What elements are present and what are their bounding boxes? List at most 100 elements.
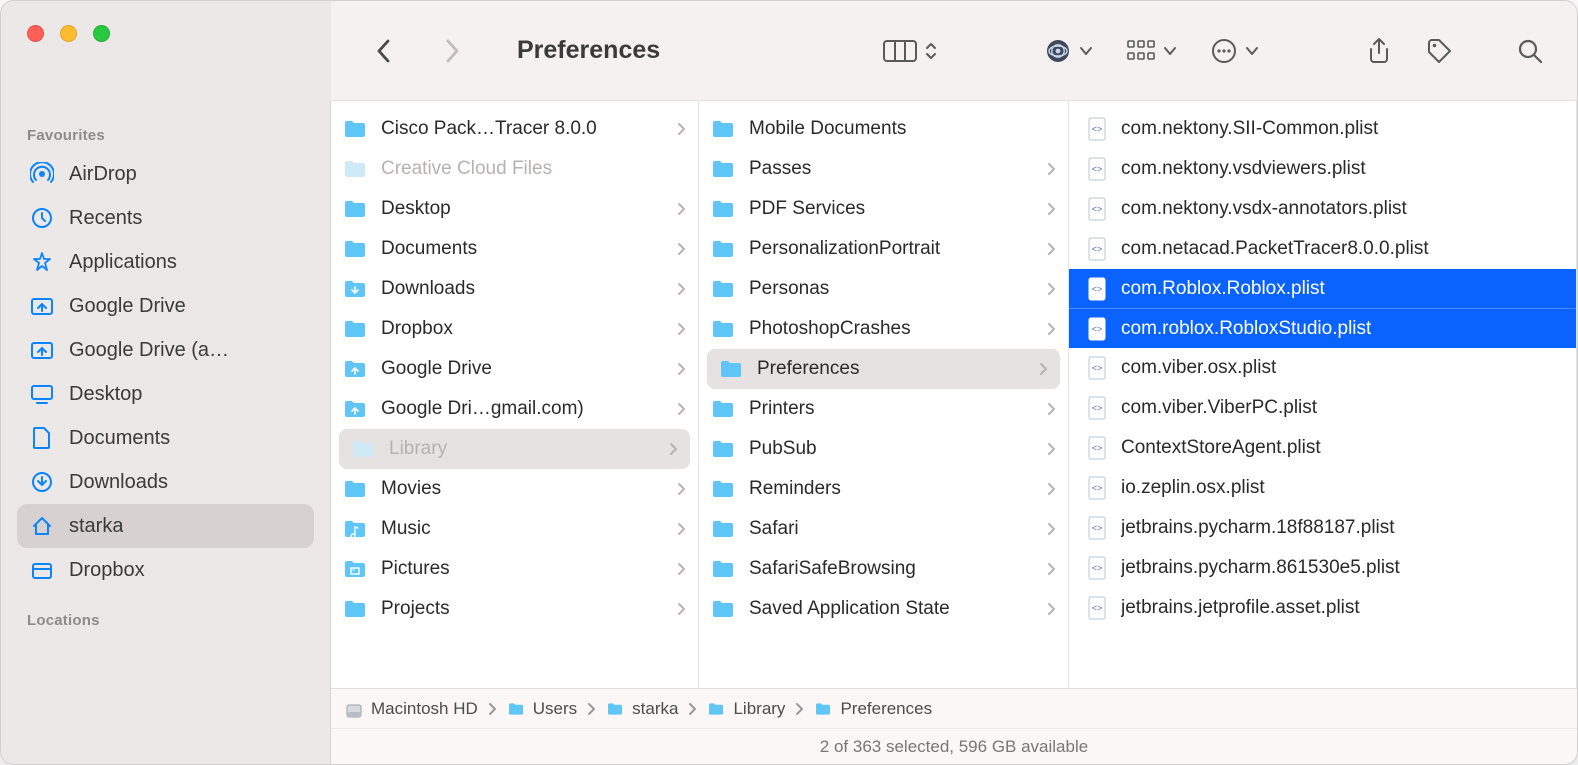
close-window-button[interactable]: [27, 25, 44, 42]
sidebar-item-desktop[interactable]: Desktop: [17, 372, 314, 416]
view-mode-button[interactable]: [883, 39, 937, 63]
sidebar-item-recents[interactable]: Recents: [17, 196, 314, 240]
folder-row[interactable]: Library: [339, 429, 690, 469]
plist-file-icon: <>: [1087, 476, 1107, 500]
folder-row[interactable]: Personas: [699, 269, 1068, 309]
folder-row[interactable]: PhotoshopCrashes: [699, 309, 1068, 349]
sidebar-item-documents[interactable]: Documents: [17, 416, 314, 460]
chevron-right-icon: [677, 202, 686, 216]
path-segment[interactable]: starka: [606, 699, 678, 719]
path-segment[interactable]: Preferences: [814, 699, 932, 719]
sidebar-item-gdrive2[interactable]: Google Drive (a…: [17, 328, 314, 372]
folder-row[interactable]: Cisco Pack…Tracer 8.0.0: [331, 109, 698, 149]
chevron-right-icon: [677, 602, 686, 616]
folder-row[interactable]: Movies: [331, 469, 698, 509]
plist-file-icon: <>: [1087, 516, 1107, 540]
group-button[interactable]: [1127, 40, 1177, 62]
folder-row[interactable]: Saved Application State: [699, 589, 1068, 629]
item-name: Saved Application State: [749, 598, 1047, 620]
chevron-right-icon: [793, 702, 806, 716]
folder-row[interactable]: Projects: [331, 589, 698, 629]
file-row[interactable]: <>com.Roblox.Roblox.plist: [1069, 269, 1576, 309]
folder-icon: [711, 239, 735, 259]
plist-file-icon: <>: [1087, 596, 1107, 620]
folder-row[interactable]: SafariSafeBrowsing: [699, 549, 1068, 589]
minimize-window-button[interactable]: [60, 25, 77, 42]
zoom-window-button[interactable]: [93, 25, 110, 42]
sidebar-item-label: starka: [69, 515, 123, 538]
path-segment[interactable]: Macintosh HD: [345, 699, 478, 719]
chevron-right-icon: [1047, 482, 1056, 496]
home-icon: [29, 514, 55, 538]
sidebar-item-downloads[interactable]: Downloads: [17, 460, 314, 504]
apps-icon: [29, 250, 55, 274]
file-row[interactable]: <>com.netacad.PacketTracer8.0.0.plist: [1069, 229, 1576, 269]
file-row[interactable]: <>com.nektony.SII-Common.plist: [1069, 109, 1576, 149]
tags-button[interactable]: [1425, 37, 1453, 65]
folder-row[interactable]: PubSub: [699, 429, 1068, 469]
svg-text:<>: <>: [1092, 403, 1103, 413]
folder-row[interactable]: Pictures: [331, 549, 698, 589]
folder-row[interactable]: Passes: [699, 149, 1068, 189]
back-button[interactable]: [365, 39, 401, 63]
path-segment[interactable]: Library: [707, 699, 785, 719]
file-row[interactable]: <>com.nektony.vsdx-annotators.plist: [1069, 189, 1576, 229]
file-row[interactable]: <>io.zeplin.osx.plist: [1069, 468, 1576, 508]
folder-row[interactable]: Reminders: [699, 469, 1068, 509]
folder-row[interactable]: PersonalizationPortrait: [699, 229, 1068, 269]
folder-row[interactable]: Mobile Documents: [699, 109, 1068, 149]
search-button[interactable]: [1517, 38, 1543, 64]
sidebar-item-dropbox[interactable]: Dropbox: [17, 548, 314, 592]
folder-icon: [711, 319, 735, 339]
file-row[interactable]: <> com.viber.osx.plist: [1069, 348, 1576, 388]
share-button[interactable]: [1367, 37, 1391, 65]
item-name: com.roblox.RobloxStudio.plist: [1121, 318, 1371, 340]
file-row[interactable]: <>ContextStoreAgent.plist: [1069, 428, 1576, 468]
svg-text:<>: <>: [1092, 164, 1103, 174]
folder-row[interactable]: Printers: [699, 389, 1068, 429]
svg-text:<>: <>: [1092, 363, 1103, 373]
sidebar-item-gdrive1[interactable]: Google Drive: [17, 284, 314, 328]
forward-button[interactable]: [435, 39, 471, 63]
folder-row[interactable]: Google Dri…gmail.com): [331, 389, 698, 429]
path-segment[interactable]: Users: [507, 699, 577, 719]
column-0: Cisco Pack…Tracer 8.0.0Creative Cloud Fi…: [331, 101, 699, 688]
folder-row[interactable]: Downloads: [331, 269, 698, 309]
item-name: Reminders: [749, 478, 1047, 500]
item-name: SafariSafeBrowsing: [749, 558, 1047, 580]
folder-row[interactable]: Documents: [331, 229, 698, 269]
folder-row[interactable]: Safari: [699, 509, 1068, 549]
file-row[interactable]: <>jetbrains.jetprofile.asset.plist: [1069, 588, 1576, 628]
file-row[interactable]: <>jetbrains.pycharm.861530e5.plist: [1069, 548, 1576, 588]
sidebar-item-label: Recents: [69, 207, 142, 230]
action-button[interactable]: [1211, 38, 1259, 64]
folder-row[interactable]: Google Drive: [331, 349, 698, 389]
folder-icon: [707, 702, 725, 716]
item-name: jetbrains.pycharm.861530e5.plist: [1121, 557, 1400, 579]
chevron-right-icon: [677, 122, 686, 136]
file-row[interactable]: <>com.roblox.RobloxStudio.plist: [1069, 308, 1576, 348]
chevron-right-icon: [1047, 242, 1056, 256]
item-name: com.nektony.SII-Common.plist: [1121, 118, 1378, 140]
sidebar-item-applications[interactable]: Applications: [17, 240, 314, 284]
folder-row[interactable]: PDF Services: [699, 189, 1068, 229]
folder-row[interactable]: Dropbox: [331, 309, 698, 349]
folder-icon: [711, 479, 735, 499]
sidebar-item-home[interactable]: starka: [17, 504, 314, 548]
chevron-right-icon: [486, 702, 499, 716]
chevron-right-icon: [1047, 322, 1056, 336]
folder-row[interactable]: Desktop: [331, 189, 698, 229]
preview-button[interactable]: [1045, 38, 1093, 64]
folder-row[interactable]: Creative Cloud Files: [331, 149, 698, 189]
item-name: Pictures: [381, 558, 677, 580]
chevron-right-icon: [1047, 442, 1056, 456]
file-row[interactable]: <>jetbrains.pycharm.18f88187.plist: [1069, 508, 1576, 548]
path-label: Preferences: [840, 699, 932, 719]
file-row[interactable]: <>com.nektony.vsdviewers.plist: [1069, 149, 1576, 189]
item-name: com.viber.osx.plist: [1121, 357, 1276, 379]
file-row[interactable]: <>com.viber.ViberPC.plist: [1069, 388, 1576, 428]
chevron-right-icon: [1047, 202, 1056, 216]
folder-row[interactable]: Music: [331, 509, 698, 549]
folder-row[interactable]: Preferences: [707, 349, 1060, 389]
sidebar-item-airdrop[interactable]: AirDrop: [17, 152, 314, 196]
